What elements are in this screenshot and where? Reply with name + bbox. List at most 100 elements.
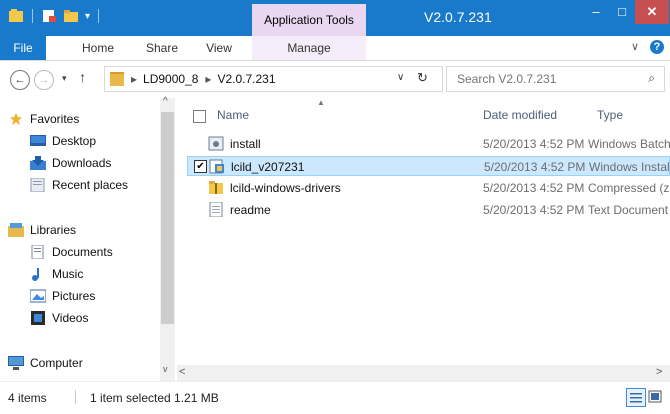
- details-view-icon[interactable]: [626, 388, 646, 407]
- file-row-lcild-windows-drivers[interactable]: lcild-windows-drivers 5/20/2013 4:52 PM …: [187, 178, 670, 198]
- row-checkbox[interactable]: ✔: [194, 160, 207, 173]
- search-icon[interactable]: ⌕: [648, 71, 655, 86]
- close-button[interactable]: ✕: [635, 0, 669, 24]
- file-type: Compressed (zipped) Folder: [588, 181, 670, 195]
- file-row-lcild-v207231[interactable]: ✔ lcild_v207231 5/20/2013 4:52 PM Window…: [187, 156, 670, 176]
- ribbon-tabs: File Home Share View Manage ∨ ?: [0, 36, 670, 61]
- installer-icon: [209, 159, 224, 174]
- column-header-name[interactable]: Name: [217, 98, 249, 132]
- documents-icon: [31, 245, 44, 259]
- nav-favorites-label: Favorites: [30, 112, 80, 126]
- desktop-icon: [30, 135, 46, 146]
- nav-libraries[interactable]: Libraries: [8, 223, 76, 237]
- folder-icon: [110, 72, 124, 86]
- quick-access-toolbar: ▾: [8, 9, 101, 23]
- nav-music[interactable]: Music: [30, 267, 83, 281]
- scroll-down-icon[interactable]: v: [163, 364, 168, 374]
- forward-button[interactable]: →: [34, 70, 54, 90]
- column-header-date[interactable]: Date modified: [483, 98, 557, 132]
- sort-arrow-icon: ▲: [317, 98, 325, 107]
- window-title: V2.0.7.231: [424, 9, 492, 25]
- breadcrumb-ld9000[interactable]: LD9000_8: [143, 72, 198, 86]
- explorer-icon[interactable]: [8, 9, 24, 23]
- address-bar[interactable]: ▸ LD9000_8 ▸ V2.0.7.231 ∨ ↻: [104, 66, 443, 92]
- column-header-type[interactable]: Type: [597, 98, 623, 132]
- libraries-icon: [8, 223, 24, 237]
- expand-ribbon-icon[interactable]: ∨: [631, 40, 639, 53]
- search-box[interactable]: ⌕: [446, 66, 665, 92]
- nav-downloads-label: Downloads: [52, 156, 112, 170]
- status-divider: [75, 390, 76, 404]
- selection-info: 1 item selected 1.21 MB: [90, 391, 219, 405]
- address-dropdown-icon[interactable]: ∨: [397, 72, 404, 83]
- file-list-pane: ▲ Name Date modified Type install 5/20/2…: [177, 98, 670, 382]
- file-date: 5/20/2013 4:52 PM: [483, 181, 585, 195]
- nav-computer-label: Computer: [30, 356, 83, 370]
- help-icon[interactable]: ?: [650, 40, 664, 54]
- nav-desktop-label: Desktop: [52, 134, 97, 148]
- scroll-left-icon[interactable]: <: [179, 366, 185, 378]
- refresh-icon[interactable]: ↻: [417, 70, 428, 86]
- back-button[interactable]: ←: [10, 70, 30, 90]
- maximize-button[interactable]: □: [609, 0, 635, 22]
- nav-vertical-scrollbar[interactable]: ^ v: [160, 96, 175, 382]
- navigation-pane: Favorites Desktop Downloads Recent place…: [0, 98, 175, 380]
- minimize-button[interactable]: –: [583, 0, 609, 22]
- breadcrumb-separator[interactable]: ▸: [205, 72, 211, 86]
- large-icons-view-icon[interactable]: [647, 389, 663, 404]
- scroll-up-icon[interactable]: ^: [163, 96, 168, 107]
- new-folder-icon[interactable]: [63, 9, 79, 23]
- tab-share[interactable]: Share: [140, 36, 184, 60]
- pictures-icon: [30, 289, 46, 303]
- file-name: lcild-windows-drivers: [230, 181, 341, 195]
- file-name: lcild_v207231: [231, 160, 305, 174]
- nav-videos[interactable]: Videos: [30, 311, 88, 325]
- recent-locations-icon[interactable]: ▾: [62, 73, 67, 84]
- file-name: readme: [230, 203, 271, 217]
- up-button[interactable]: ↑: [79, 69, 86, 85]
- title-bar: ▾ Application Tools V2.0.7.231 – □ ✕: [0, 0, 670, 36]
- nav-downloads[interactable]: Downloads: [30, 156, 111, 170]
- status-bar: 4 items 1 item selected 1.21 MB: [0, 381, 670, 414]
- file-date: 5/20/2013 4:52 PM: [483, 137, 585, 151]
- scroll-right-icon[interactable]: >: [656, 366, 662, 378]
- file-date: 5/20/2013 4:52 PM: [484, 160, 586, 174]
- file-name: install: [230, 137, 261, 151]
- file-row-install[interactable]: install 5/20/2013 4:52 PM Windows Batch …: [187, 134, 670, 154]
- customize-qat-icon[interactable]: ▾: [85, 11, 90, 22]
- tab-view[interactable]: View: [198, 36, 240, 60]
- zip-folder-icon: [209, 181, 223, 194]
- properties-icon[interactable]: [41, 9, 57, 23]
- nav-videos-label: Videos: [52, 311, 89, 325]
- nav-documents-label: Documents: [52, 245, 113, 259]
- search-input[interactable]: [455, 71, 639, 87]
- tab-file[interactable]: File: [0, 36, 46, 60]
- explorer-window: ▾ Application Tools V2.0.7.231 – □ ✕ Fil…: [0, 0, 670, 414]
- computer-icon: [8, 356, 24, 370]
- tab-manage[interactable]: Manage: [252, 36, 366, 60]
- nav-documents[interactable]: Documents: [30, 245, 113, 259]
- file-type: Text Document: [588, 203, 669, 217]
- file-row-readme[interactable]: readme 5/20/2013 4:52 PM Text Document: [187, 200, 670, 220]
- item-count: 4 items: [8, 391, 47, 405]
- tab-home[interactable]: Home: [72, 36, 124, 60]
- nav-recent-places[interactable]: Recent places: [30, 178, 128, 192]
- file-type: Windows Installer Package: [589, 160, 670, 174]
- address-row: ← → ▾ ↑ ▸ LD9000_8 ▸ V2.0.7.231 ∨ ↻ ⌕: [0, 61, 670, 97]
- nav-pictures[interactable]: Pictures: [30, 289, 95, 303]
- downloads-icon: [30, 156, 46, 170]
- toolbar-divider: [98, 9, 100, 23]
- nav-pictures-label: Pictures: [52, 289, 96, 303]
- nav-computer[interactable]: Computer: [8, 356, 83, 370]
- toolbar-divider: [32, 9, 33, 23]
- nav-favorites[interactable]: Favorites: [8, 112, 79, 126]
- nav-desktop[interactable]: Desktop: [30, 134, 96, 148]
- breadcrumb-separator[interactable]: ▸: [131, 72, 137, 86]
- scroll-thumb[interactable]: [161, 112, 174, 324]
- breadcrumb-current[interactable]: V2.0.7.231: [217, 72, 275, 86]
- horizontal-scrollbar[interactable]: < >: [177, 365, 670, 381]
- recent-places-icon: [30, 178, 45, 192]
- nav-recent-places-label: Recent places: [52, 178, 129, 192]
- select-all-checkbox[interactable]: [193, 110, 206, 123]
- music-icon: [32, 268, 39, 281]
